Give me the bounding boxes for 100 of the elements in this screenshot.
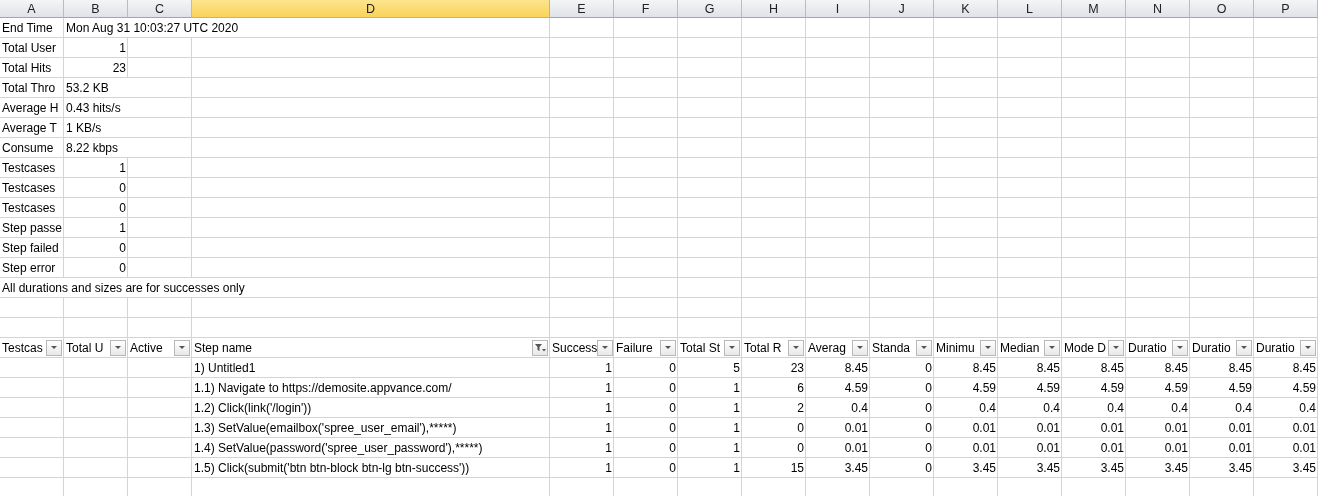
empty-cell	[614, 298, 678, 318]
empty-cell	[1126, 198, 1190, 218]
dropdown-button[interactable]	[1044, 339, 1060, 356]
empty-cell	[1062, 98, 1126, 118]
empty-cell	[806, 258, 870, 278]
empty-cell	[806, 18, 870, 38]
cell-value: 0	[119, 180, 126, 195]
dropdown-button[interactable]	[980, 339, 996, 356]
empty-cell	[934, 238, 998, 258]
table-cell: 15	[790, 460, 804, 475]
empty-cell	[550, 118, 614, 138]
table-cell: 0	[797, 420, 804, 435]
dropdown-button[interactable]	[916, 339, 932, 356]
empty-cell	[998, 298, 1062, 318]
empty-cell	[614, 238, 678, 258]
dropdown-button[interactable]	[597, 339, 613, 356]
empty-cell	[742, 118, 806, 138]
dropdown-button[interactable]	[1108, 339, 1124, 356]
empty-cell	[678, 198, 742, 218]
empty-cell	[998, 138, 1062, 158]
empty-cell	[998, 18, 1062, 38]
column-header[interactable]: N	[1126, 0, 1190, 18]
empty-cell	[1126, 58, 1190, 78]
step-name: 1) Untitled1	[194, 360, 256, 375]
dropdown-button[interactable]	[46, 339, 62, 356]
table-cell: 0.01	[1036, 420, 1060, 435]
table-cell: 0	[669, 360, 676, 375]
table-cell: 3.45	[844, 460, 868, 475]
empty-cell	[998, 78, 1062, 98]
table-cell: 0	[925, 420, 932, 435]
dropdown-button[interactable]	[788, 339, 804, 356]
empty-cell	[614, 218, 678, 238]
empty-cell	[1062, 218, 1126, 238]
column-header[interactable]: M	[1062, 0, 1126, 18]
caret-icon	[1241, 346, 1247, 349]
column-header[interactable]: I	[806, 0, 870, 18]
column-header[interactable]: C	[128, 0, 192, 18]
column-title: Duratio	[1128, 340, 1167, 355]
empty-cell	[550, 198, 614, 218]
empty-cell	[806, 158, 870, 178]
column-header[interactable]: A	[0, 0, 64, 18]
table-cell: 0.4	[1043, 400, 1060, 415]
dropdown-button[interactable]	[852, 339, 868, 356]
column-header[interactable]: P	[1254, 0, 1318, 18]
empty-cell	[806, 298, 870, 318]
column-header[interactable]: J	[870, 0, 934, 18]
empty-cell	[742, 278, 806, 298]
step-name: 1.4) SetValue(password('spree_user_password'),*****)	[194, 440, 483, 455]
empty-cell	[870, 178, 934, 198]
empty-cell	[1190, 118, 1254, 138]
empty-cell	[1190, 258, 1254, 278]
table-cell: 0	[925, 360, 932, 375]
column-header[interactable]: F	[614, 0, 678, 18]
dropdown-button[interactable]	[660, 339, 676, 356]
dropdown-button[interactable]	[1300, 339, 1316, 356]
empty-cell	[64, 398, 128, 418]
empty-cell	[742, 138, 806, 158]
table-cell: 0.4	[1235, 400, 1252, 415]
column-title: Failure	[616, 340, 653, 355]
table-cell: 1	[605, 440, 612, 455]
empty-cell	[1190, 178, 1254, 198]
table-cell: 0.4	[1171, 400, 1188, 415]
dropdown-button[interactable]	[174, 339, 190, 356]
dropdown-button[interactable]	[724, 339, 740, 356]
empty-cell	[678, 118, 742, 138]
empty-cell	[614, 118, 678, 138]
empty-cell	[1062, 58, 1126, 78]
table-cell: 4.59	[844, 380, 868, 395]
dropdown-button[interactable]	[1172, 339, 1188, 356]
column-header[interactable]: O	[1190, 0, 1254, 18]
table-cell: 0	[797, 440, 804, 455]
column-header[interactable]: B	[64, 0, 128, 18]
empty-cell	[678, 278, 742, 298]
empty-cell	[1062, 78, 1126, 98]
empty-cell	[742, 178, 806, 198]
column-header[interactable]: H	[742, 0, 806, 18]
empty-cell	[742, 258, 806, 278]
column-header[interactable]: G	[678, 0, 742, 18]
row-label: Testcases	[2, 180, 56, 195]
empty-cell	[934, 118, 998, 138]
empty-cell	[742, 38, 806, 58]
column-header[interactable]: L	[998, 0, 1062, 18]
empty-cell	[742, 158, 806, 178]
column-header[interactable]: D	[192, 0, 550, 18]
empty-cell	[998, 278, 1062, 298]
empty-cell	[870, 298, 934, 318]
column-title: Total R	[744, 340, 782, 355]
empty-cell	[0, 458, 64, 478]
dropdown-button[interactable]	[110, 339, 126, 356]
empty-cell	[550, 138, 614, 158]
column-title: Duratio	[1256, 340, 1295, 355]
table-cell: 1	[605, 420, 612, 435]
column-header[interactable]: K	[934, 0, 998, 18]
empty-cell	[64, 438, 128, 458]
dropdown-button[interactable]	[1236, 339, 1252, 356]
table-cell: 23	[790, 360, 804, 375]
cell-value: 53.2 KB	[66, 80, 109, 95]
column-title: Median	[1000, 340, 1040, 355]
filter-button[interactable]	[532, 339, 548, 356]
column-header[interactable]: E	[550, 0, 614, 18]
